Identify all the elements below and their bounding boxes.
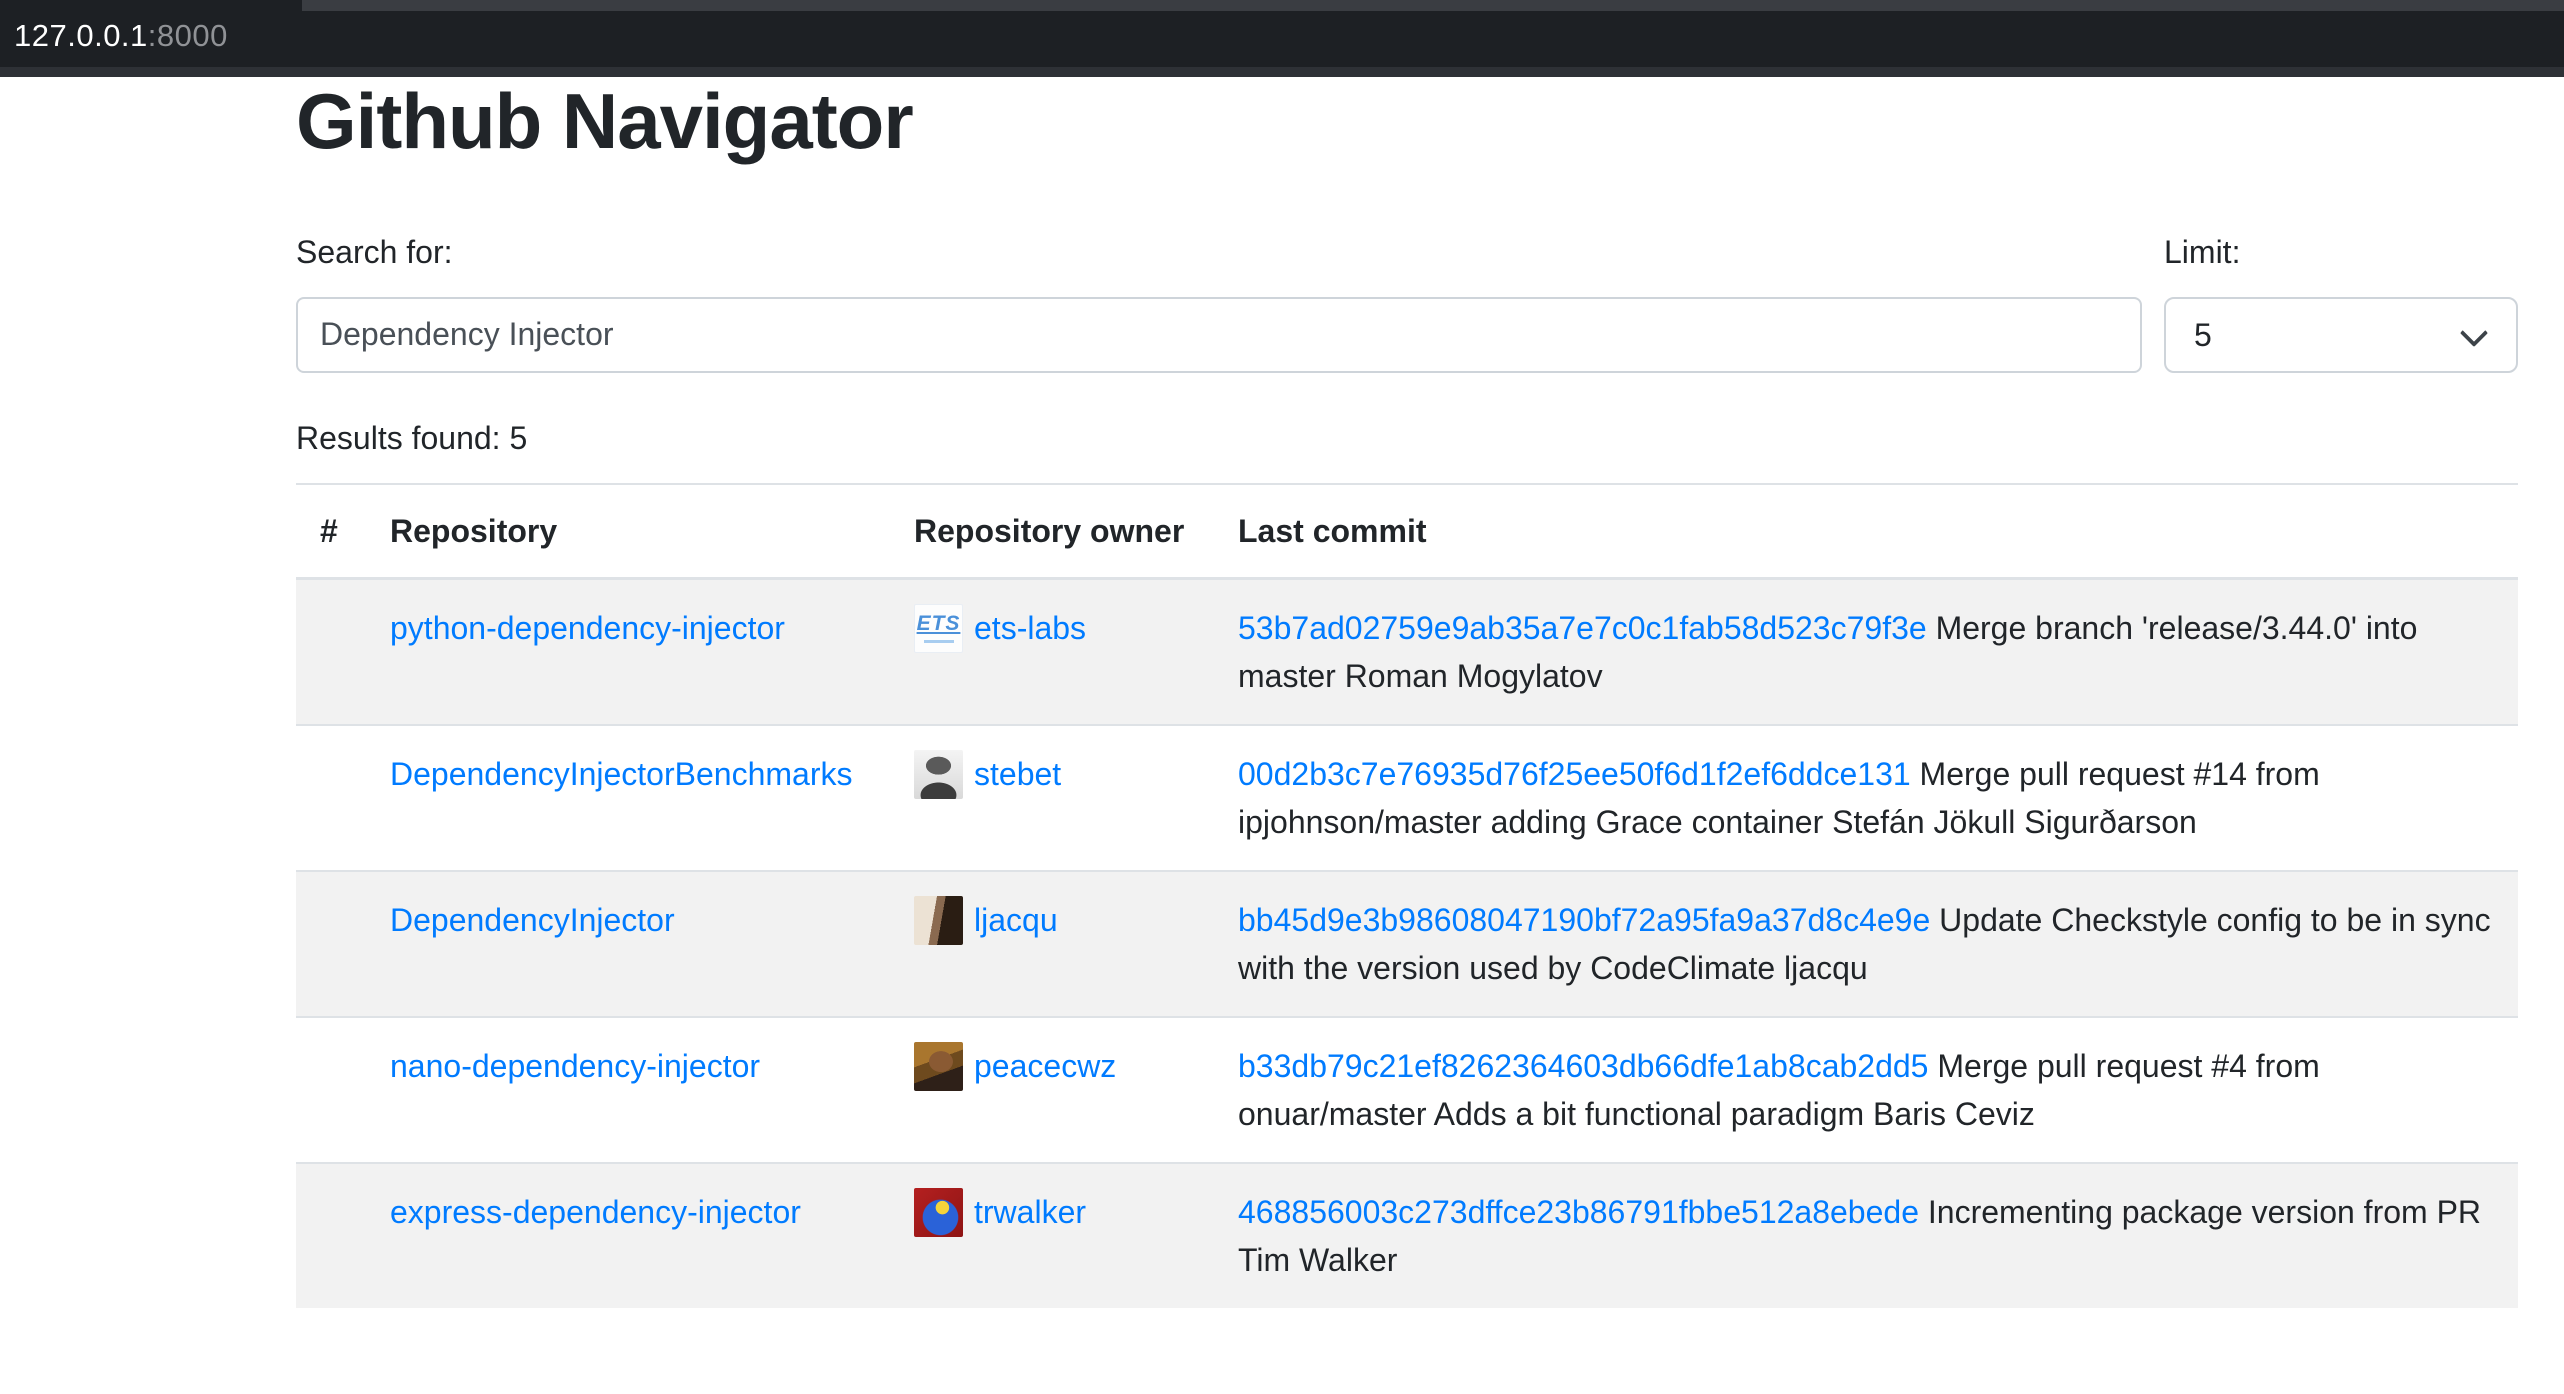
owner-cell: trwalker — [890, 1163, 1214, 1308]
page-title: Github Navigator — [296, 79, 2518, 165]
table-row: DependencyInjector ljacqu bb45d9e3b98608… — [296, 871, 2518, 1017]
commit-hash-link[interactable]: 00d2b3c7e76935d76f25ee50f6d1f2ef6ddce131 — [1238, 756, 1911, 792]
repository-cell: DependencyInjectorBenchmarks — [366, 725, 890, 871]
repository-link[interactable]: DependencyInjectorBenchmarks — [390, 756, 852, 792]
results-table: # Repository Repository owner Last commi… — [296, 483, 2518, 1308]
search-form: Search for: Limit: 5 — [296, 233, 2518, 373]
address-bar-url[interactable]: 127.0.0.1:8000 — [14, 18, 228, 54]
repository-link[interactable]: express-dependency-injector — [390, 1194, 801, 1230]
browser-chrome: 127.0.0.1:8000 — [0, 0, 2564, 77]
commit-hash-link[interactable]: 468856003c273dffce23b86791fbbe512a8ebede — [1238, 1194, 1919, 1230]
header-repository-owner: Repository owner — [890, 484, 1214, 579]
owner-avatar: ETS — [914, 604, 963, 653]
owner-link[interactable]: stebet — [974, 750, 1061, 798]
search-input[interactable] — [296, 297, 2142, 373]
repository-link[interactable]: nano-dependency-injector — [390, 1048, 760, 1084]
owner-cell: ljacqu — [890, 871, 1214, 1017]
repository-link[interactable]: python-dependency-injector — [390, 610, 785, 646]
commit-cell: bb45d9e3b98608047190bf72a95fa9a37d8c4e9e… — [1214, 871, 2518, 1017]
page-container: Github Navigator Search for: Limit: 5 Re… — [0, 79, 2564, 1308]
header-index: # — [296, 484, 366, 579]
owner-link[interactable]: peacecwz — [974, 1042, 1116, 1090]
commit-hash-link[interactable]: 53b7ad02759e9ab35a7e7c0c1fab58d523c79f3e — [1238, 610, 1927, 646]
row-index-cell — [296, 1017, 366, 1163]
limit-label: Limit: — [2164, 233, 2518, 271]
limit-select[interactable]: 5 — [2164, 297, 2518, 373]
commit-hash-link[interactable]: b33db79c21ef8262364603db66dfe1ab8cab2dd5 — [1238, 1048, 1928, 1084]
owner-cell: peacecwz — [890, 1017, 1214, 1163]
commit-cell: 468856003c273dffce23b86791fbbe512a8ebede… — [1214, 1163, 2518, 1308]
browser-toolbar-edge — [0, 67, 2564, 77]
url-port: :8000 — [148, 18, 228, 53]
repository-cell: nano-dependency-injector — [366, 1017, 890, 1163]
row-index-cell — [296, 578, 366, 725]
commit-cell: 53b7ad02759e9ab35a7e7c0c1fab58d523c79f3e… — [1214, 578, 2518, 725]
results-count: Results found: 5 — [296, 419, 2518, 457]
header-last-commit: Last commit — [1214, 484, 2518, 579]
row-index-cell — [296, 871, 366, 1017]
table-row: DependencyInjectorBenchmarks stebet 00d2… — [296, 725, 2518, 871]
owner-link[interactable]: ets-labs — [974, 604, 1086, 652]
commit-cell: 00d2b3c7e76935d76f25ee50f6d1f2ef6ddce131… — [1214, 725, 2518, 871]
browser-tab-strip — [302, 0, 2564, 11]
url-host: 127.0.0.1 — [14, 18, 148, 53]
row-index-cell — [296, 725, 366, 871]
table-row: python-dependency-injector ETS ets-labs … — [296, 578, 2518, 725]
repository-link[interactable]: DependencyInjector — [390, 902, 675, 938]
owner-avatar — [914, 1188, 963, 1237]
repository-cell: express-dependency-injector — [366, 1163, 890, 1308]
repository-cell: python-dependency-injector — [366, 578, 890, 725]
repository-cell: DependencyInjector — [366, 871, 890, 1017]
results-table-body: python-dependency-injector ETS ets-labs … — [296, 578, 2518, 1308]
owner-avatar — [914, 896, 963, 945]
owner-link[interactable]: ljacqu — [974, 896, 1058, 944]
owner-cell: stebet — [890, 725, 1214, 871]
table-header-row: # Repository Repository owner Last commi… — [296, 484, 2518, 579]
row-index-cell — [296, 1163, 366, 1308]
table-row: express-dependency-injector trwalker 468… — [296, 1163, 2518, 1308]
owner-avatar — [914, 1042, 963, 1091]
owner-avatar — [914, 750, 963, 799]
commit-cell: b33db79c21ef8262364603db66dfe1ab8cab2dd5… — [1214, 1017, 2518, 1163]
search-label: Search for: — [296, 233, 2142, 271]
limit-group: Limit: 5 — [2164, 233, 2518, 373]
table-row: nano-dependency-injector peacecwz b33db7… — [296, 1017, 2518, 1163]
search-group: Search for: — [296, 233, 2142, 373]
header-repository: Repository — [366, 484, 890, 579]
owner-link[interactable]: trwalker — [974, 1188, 1086, 1236]
owner-cell: ETS ets-labs — [890, 578, 1214, 725]
commit-hash-link[interactable]: bb45d9e3b98608047190bf72a95fa9a37d8c4e9e — [1238, 902, 1930, 938]
